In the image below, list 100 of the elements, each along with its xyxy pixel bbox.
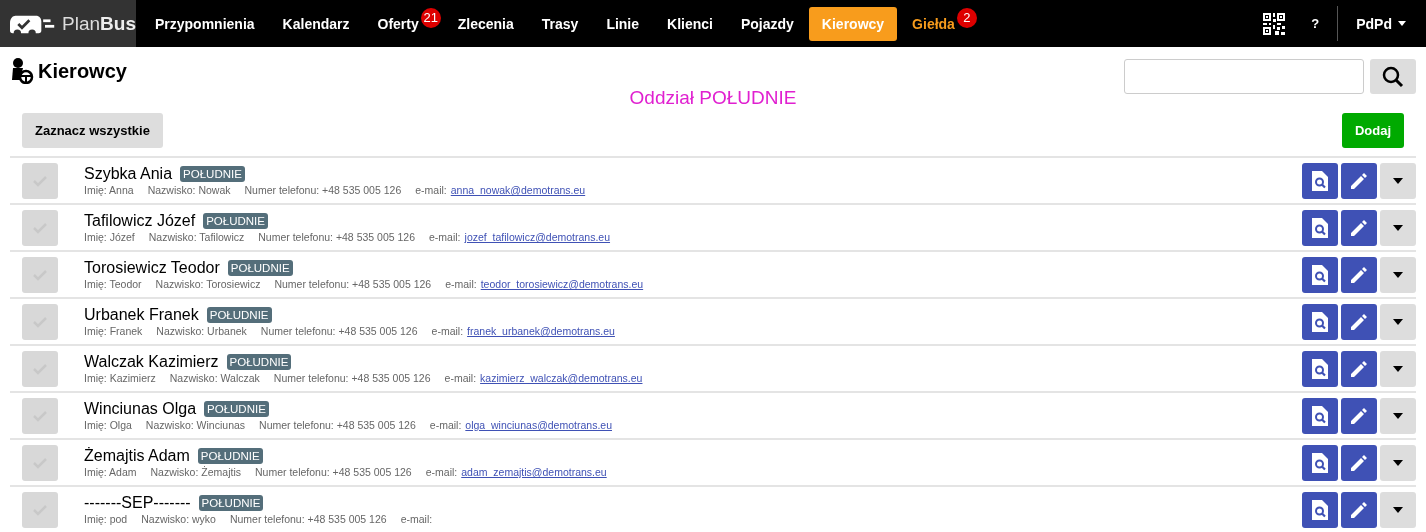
document-search-icon [1311,499,1329,520]
email-link[interactable]: franek_urbanek@demotrans.eu [467,325,615,337]
edit-button[interactable] [1341,491,1377,528]
email-link[interactable]: jozef_tafilowicz@demotrans.eu [464,231,611,243]
driver-icon [10,58,34,84]
count-badge: 2 [956,7,977,28]
count-badge: 21 [420,7,441,28]
edit-button[interactable] [1341,350,1377,387]
email-label: e-mail: [400,513,433,525]
edit-button[interactable] [1341,397,1377,434]
edit-button[interactable] [1341,444,1377,481]
document-search-icon [1311,405,1329,426]
caret-icon [1393,459,1403,466]
first-name: Imię: Adam [84,466,137,478]
nav-tab[interactable]: Przypomnienia [142,6,268,41]
email-link[interactable]: anna_nowak@demotrans.eu [450,184,586,196]
caret-icon [1393,412,1403,419]
email-link[interactable]: kazimierz_walczak@demotrans.eu [480,372,643,384]
preview-button[interactable] [1302,303,1338,340]
edit-button[interactable] [1341,162,1377,199]
checkbox[interactable] [22,303,58,340]
nav-tab[interactable]: Pojazdy [727,6,807,41]
pencil-icon [1350,359,1368,378]
nav-tab[interactable]: Zlecenia [444,6,527,41]
checkbox[interactable] [22,397,58,434]
driver-name: Żemajtis Adam [84,447,190,465]
pencil-icon [1350,312,1368,331]
logo[interactable]: PlanBus [0,0,136,47]
preview-button[interactable] [1302,397,1338,434]
branch-tag: POŁUDNIE [226,354,292,370]
checkbox[interactable] [22,444,58,481]
email-link[interactable]: olga_winciunas@demotrans.eu [465,419,612,431]
branch-tag: POŁUDNIE [206,307,272,323]
email-link[interactable]: teodor_torosiewicz@demotrans.eu [480,278,644,290]
last-name: Nazwisko: Winciunas [145,419,246,431]
preview-button[interactable] [1302,162,1338,199]
more-button[interactable] [1380,397,1416,434]
edit-button[interactable] [1341,256,1377,293]
last-name: Nazwisko: Tafilowicz [148,231,245,243]
caret-icon [1393,506,1403,513]
caret-icon [1393,318,1403,325]
pencil-icon [1350,218,1368,237]
caret-icon [1393,271,1403,278]
edit-button[interactable] [1341,209,1377,246]
email-link[interactable]: adam_zemajtis@demotrans.eu [461,466,607,478]
branch-tag: POŁUDNIE [227,260,293,276]
document-search-icon [1311,170,1329,191]
more-button[interactable] [1380,162,1416,199]
document-search-icon [1311,217,1329,238]
checkbox[interactable] [22,491,58,528]
checkbox[interactable] [22,209,58,246]
select-all-button[interactable]: Zaznacz wszystkie [22,113,163,148]
phone-number: Numer telefonu: +48 535 005 126 [274,278,432,290]
last-name: Nazwisko: Urbanek [156,325,247,337]
nav-tab[interactable]: Kalendarz [269,6,363,41]
email-label: e-mail: [444,372,477,384]
qr-code-icon[interactable] [1263,12,1286,35]
edit-button[interactable] [1341,303,1377,340]
phone-number: Numer telefonu: +48 535 005 126 [244,184,402,196]
caret-icon [1393,177,1403,184]
nav-tab[interactable]: Linie [593,6,653,41]
more-button[interactable] [1380,444,1416,481]
search-field[interactable] [1124,59,1364,94]
driver-name: -------SEP------- [84,494,191,512]
more-button[interactable] [1380,209,1416,246]
more-button[interactable] [1380,256,1416,293]
branch-tag: POŁUDNIE [204,401,269,417]
phone-number: Numer telefonu: +48 535 005 126 [259,419,416,431]
first-name: Imię: Franek [84,325,143,337]
nav-tab[interactable]: Trasy [528,6,592,41]
checkbox[interactable] [22,162,58,199]
nav-tab[interactable]: Giełda [899,6,957,41]
driver-name: Walczak Kazimierz [84,353,219,371]
pencil-icon [1350,500,1368,519]
driver-name: Urbanek Franek [84,306,199,324]
preview-button[interactable] [1302,350,1338,387]
checkbox[interactable] [22,256,58,293]
page-title: Kierowcy [38,59,127,83]
nav-tab[interactable]: Klienci [654,6,726,41]
preview-button[interactable] [1302,209,1338,246]
first-name: Imię: Józef [84,231,135,243]
preview-button[interactable] [1302,491,1338,528]
email-label: e-mail: [429,231,461,243]
document-search-icon [1311,264,1329,285]
caret-icon [1393,365,1403,372]
help-link[interactable]: ? [1311,16,1320,31]
nav-tab[interactable]: Oferty [364,6,421,41]
user-menu[interactable]: PdPd [1338,15,1426,32]
more-button[interactable] [1380,491,1416,528]
first-name: Imię: Teodor [84,278,142,290]
driver-name: Winciunas Olga [84,400,197,418]
phone-number: Numer telefonu: +48 535 005 126 [260,325,418,337]
preview-button[interactable] [1302,444,1338,481]
last-name: Nazwisko: Walczak [169,372,260,384]
last-name: Nazwisko: Torosiewicz [155,278,261,290]
checkbox[interactable] [22,350,58,387]
more-button[interactable] [1380,350,1416,387]
preview-button[interactable] [1302,256,1338,293]
search-button[interactable] [1370,59,1416,94]
more-button[interactable] [1380,303,1416,340]
